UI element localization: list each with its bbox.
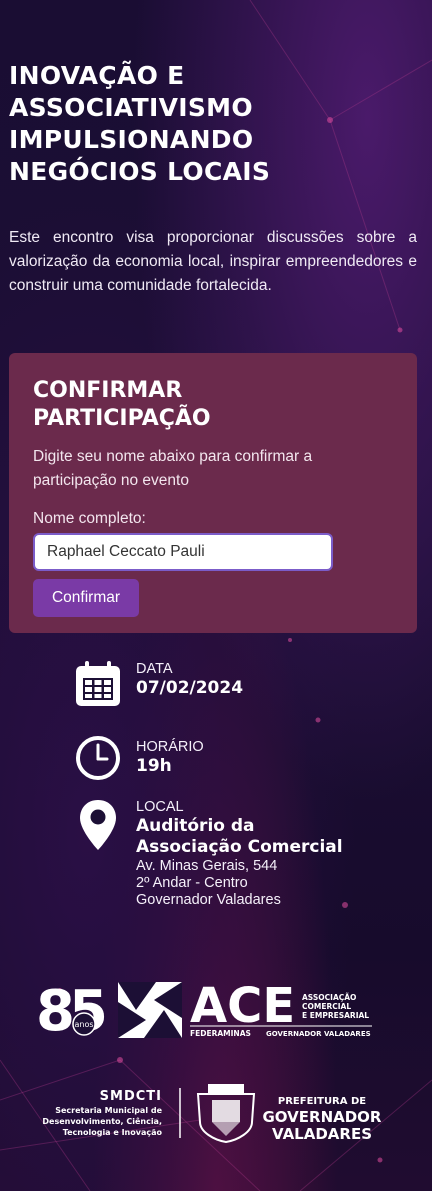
prefeitura-line1: PREFEITURA DE xyxy=(278,1096,366,1107)
confirmation-card: CONFIRMAR PARTICIPAÇÃO Digite seu nome a… xyxy=(9,353,417,633)
city-coat-of-arms-icon xyxy=(196,1084,256,1144)
ace-line3: E EMPRESARIAL xyxy=(302,1011,369,1020)
hero-description: Este encontro visa proporcionar discussõ… xyxy=(9,229,417,294)
calendar-icon xyxy=(76,661,120,706)
partner-logos-bottom: SMDCTI Secretaria Municipal de Desenvolv… xyxy=(42,1084,382,1144)
ace-line1: ASSOCIAÇÃO xyxy=(302,993,356,1002)
date-text: DATA 07/02/2024 xyxy=(136,660,396,699)
time-value: 19h xyxy=(136,756,172,776)
location-text: LOCAL Auditório da Associação Comercial … xyxy=(136,798,396,909)
smdcti-line3: Tecnologia e Inovação xyxy=(63,1128,163,1137)
hero-title: INOVAÇÃO E ASSOCIATIVISMO IMPULSIONANDO … xyxy=(9,61,271,186)
anniversary-word: anos xyxy=(74,1020,93,1029)
ace-emblem-icon xyxy=(118,982,182,1038)
date-info: DATA 07/02/2024 xyxy=(74,660,414,710)
address-line3: Governador Valadares xyxy=(136,892,281,908)
smdcti-line2: Desenvolvimento, Ciência, xyxy=(42,1116,162,1126)
partner-logos-top: 85 anos ACE ASSOCIAÇÃO COMERCIAL E EMPRE… xyxy=(36,978,372,1040)
date-value: 07/02/2024 xyxy=(136,678,244,698)
location-name-line1: Auditório da xyxy=(136,816,255,836)
confirm-button[interactable]: Confirmar xyxy=(33,579,139,617)
location-info: LOCAL Auditório da Associação Comercial … xyxy=(74,796,414,914)
location-name-line2: Associação Comercial xyxy=(136,837,343,857)
date-label: DATA xyxy=(136,661,173,677)
prefeitura-line3: VALADARES xyxy=(272,1125,372,1143)
map-pin-icon xyxy=(80,800,116,850)
clock-icon xyxy=(76,736,120,780)
ace-federa: FEDERAMINAS xyxy=(190,1029,251,1038)
ace-line2: COMERCIAL xyxy=(302,1002,351,1011)
name-input[interactable] xyxy=(33,533,333,571)
location-label: LOCAL xyxy=(136,799,184,815)
prefeitura-line2: GOVERNADOR xyxy=(263,1108,382,1126)
event-page: INOVAÇÃO E ASSOCIATIVISMO IMPULSIONANDO … xyxy=(0,0,432,1191)
confirmation-subtitle: Digite seu nome abaixo para confirmar a … xyxy=(33,448,313,489)
time-text: HORÁRIO 19h xyxy=(136,738,396,777)
address-line2: 2º Andar - Centro xyxy=(136,875,248,891)
smdcti-title: SMDCTI xyxy=(100,1089,162,1104)
time-label: HORÁRIO xyxy=(136,739,204,755)
smdcti-line1: Secretaria Municipal de xyxy=(55,1106,162,1115)
ace-city: GOVERNADOR VALADARES xyxy=(266,1030,371,1038)
anniversary-number: 85 xyxy=(36,979,105,1040)
address-line1: Av. Minas Gerais, 544 xyxy=(136,858,278,874)
time-info: HORÁRIO 19h xyxy=(74,734,414,784)
name-field-label: Nome completo: xyxy=(33,510,146,527)
confirmation-title: CONFIRMAR PARTICIPAÇÃO xyxy=(33,378,211,431)
anniversary-logo: 85 anos xyxy=(36,979,111,1040)
